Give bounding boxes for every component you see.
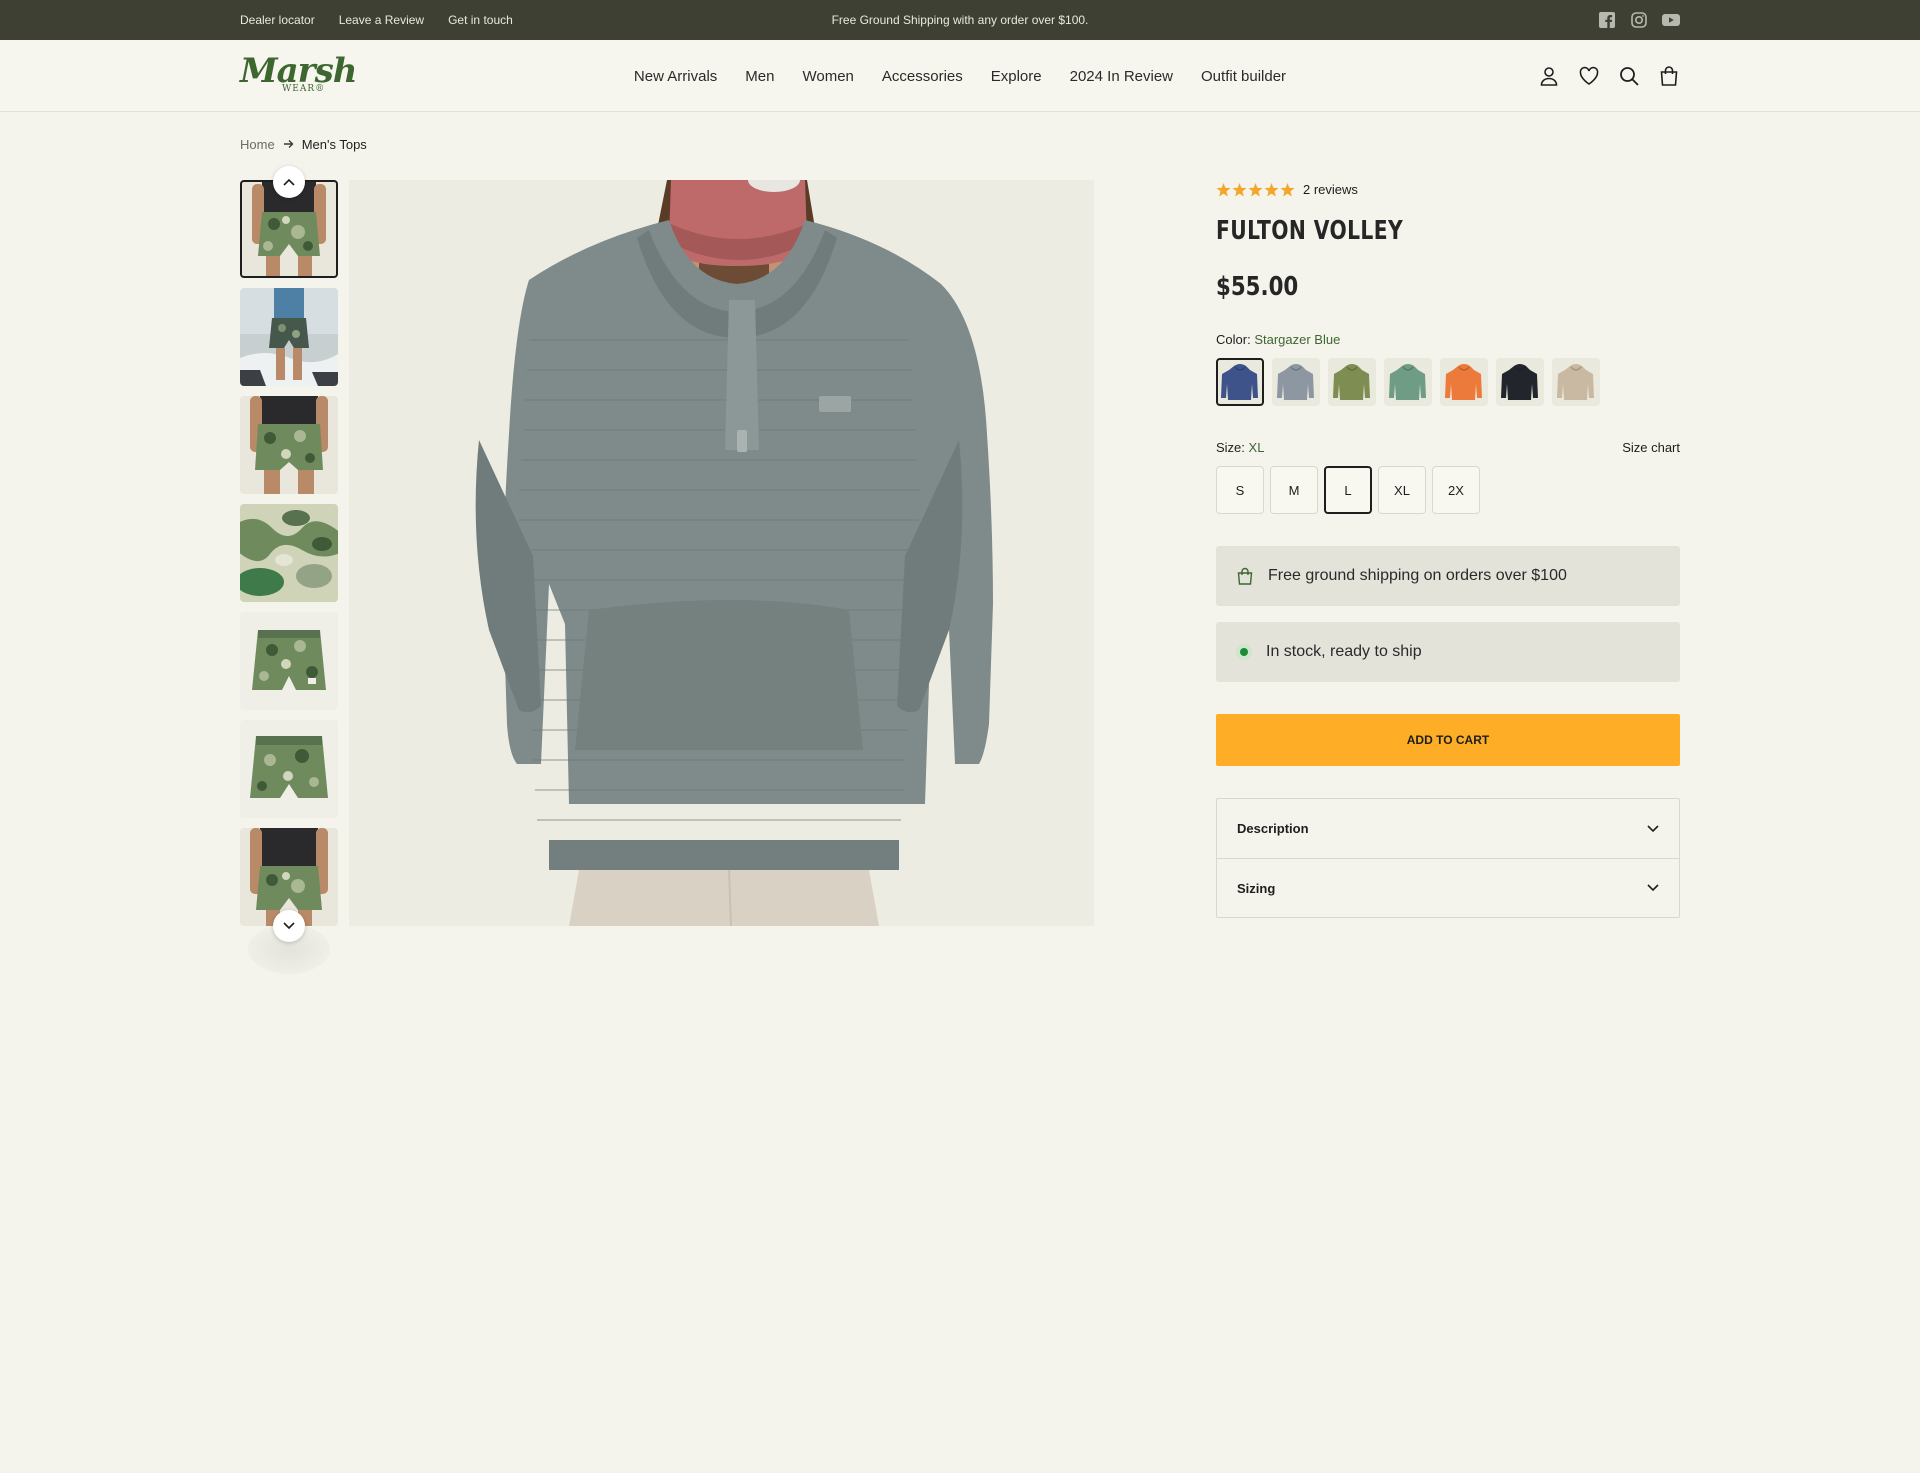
utility-links: Dealer locator Leave a Review Get in tou… xyxy=(240,0,513,40)
shipping-notice: Free ground shipping on orders over $100 xyxy=(1216,546,1680,606)
color-label: Color: Stargazer Blue xyxy=(1216,332,1340,347)
review-count[interactable]: 2 reviews xyxy=(1303,182,1358,197)
nav-outfit-builder[interactable]: Outfit builder xyxy=(1187,68,1300,85)
size-label-text: Size: xyxy=(1216,440,1245,455)
selected-size: XL xyxy=(1248,440,1265,455)
breadcrumb-home[interactable]: Home xyxy=(240,137,275,152)
nav-accessories[interactable]: Accessories xyxy=(868,68,977,85)
thumbs-up-button[interactable] xyxy=(273,166,305,198)
thumbnail-5[interactable] xyxy=(240,612,338,710)
youtube-icon[interactable] xyxy=(1662,11,1680,29)
size-option-2x[interactable]: 2X xyxy=(1432,466,1480,514)
thumbnail-4[interactable] xyxy=(240,504,338,602)
thumbnail-6[interactable] xyxy=(240,720,338,818)
color-swatch-7[interactable] xyxy=(1552,358,1600,406)
color-swatch-1[interactable] xyxy=(1216,358,1264,406)
nav-2024-in-review[interactable]: 2024 In Review xyxy=(1056,68,1187,85)
product-title: FULTON VOLLEY xyxy=(1216,216,1404,246)
rating-summary[interactable]: 2 reviews xyxy=(1216,182,1358,197)
chevron-down-icon xyxy=(283,922,295,930)
size-option-m[interactable]: M xyxy=(1270,466,1318,514)
site-header: Marsh WEAR® New Arrivals Men Women Acces… xyxy=(0,40,1920,112)
instagram-icon[interactable] xyxy=(1630,11,1648,29)
search-icon[interactable] xyxy=(1618,65,1640,87)
chevron-down-icon xyxy=(1647,884,1659,892)
nav-men[interactable]: Men xyxy=(731,68,788,85)
thumbnail-gallery xyxy=(240,166,338,942)
chevron-up-icon xyxy=(283,178,295,186)
star-icon xyxy=(1216,182,1231,196)
accordion-description[interactable]: Description xyxy=(1217,799,1679,858)
header-actions xyxy=(1538,40,1680,112)
main-product-image[interactable] xyxy=(349,180,1094,926)
hoodie-swatch-icon xyxy=(1221,364,1258,400)
size-label: Size: XL xyxy=(1216,440,1264,455)
account-icon[interactable] xyxy=(1538,65,1560,87)
accordion-sizing-label: Sizing xyxy=(1237,880,1276,896)
stock-notice: In stock, ready to ship xyxy=(1216,622,1680,682)
nav-women[interactable]: Women xyxy=(788,68,867,85)
color-swatches xyxy=(1216,358,1600,406)
star-rating xyxy=(1216,182,1295,197)
hoodie-swatch-icon xyxy=(1557,364,1594,400)
nav-explore[interactable]: Explore xyxy=(977,68,1056,85)
accordion-description-label: Description xyxy=(1237,821,1309,836)
size-chart-link[interactable]: Size chart xyxy=(1622,440,1680,455)
hoodie-swatch-icon xyxy=(1445,364,1482,400)
breadcrumb: Home Men's Tops xyxy=(240,137,367,152)
shopping-bag-icon xyxy=(1237,567,1253,585)
wishlist-icon[interactable] xyxy=(1578,65,1600,87)
hoodie-swatch-icon xyxy=(1333,364,1370,400)
leave-review-link[interactable]: Leave a Review xyxy=(339,13,424,27)
color-swatch-6[interactable] xyxy=(1496,358,1544,406)
thumbnail-2[interactable] xyxy=(240,288,338,386)
size-option-s[interactable]: S xyxy=(1216,466,1264,514)
color-swatch-3[interactable] xyxy=(1328,358,1376,406)
star-icon xyxy=(1248,182,1263,196)
color-swatch-5[interactable] xyxy=(1440,358,1488,406)
nav-new-arrivals[interactable]: New Arrivals xyxy=(620,68,731,85)
product-price: $55.00 xyxy=(1216,272,1299,302)
facebook-icon[interactable] xyxy=(1598,11,1616,29)
get-in-touch-link[interactable]: Get in touch xyxy=(448,13,513,27)
size-option-xl[interactable]: XL xyxy=(1378,466,1426,514)
thumbs-down-button[interactable] xyxy=(273,910,305,942)
brand-logo[interactable]: Marsh WEAR® xyxy=(240,51,357,100)
in-stock-indicator-icon xyxy=(1236,644,1252,660)
thumbnail-3[interactable] xyxy=(240,396,338,494)
social-links xyxy=(1598,0,1680,40)
selected-color: Stargazer Blue xyxy=(1254,332,1341,347)
logo-subtext: WEAR® xyxy=(282,84,326,94)
product-accordion: Description Sizing xyxy=(1216,798,1680,918)
announcement-bar: Dealer locator Leave a Review Get in tou… xyxy=(0,0,1920,40)
arrow-right-icon xyxy=(283,137,294,152)
hoodie-swatch-icon xyxy=(1389,364,1426,400)
accordion-sizing[interactable]: Sizing xyxy=(1217,858,1679,917)
color-swatch-4[interactable] xyxy=(1384,358,1432,406)
breadcrumb-current: Men's Tops xyxy=(301,137,367,152)
star-icon xyxy=(1280,182,1295,196)
size-option-l[interactable]: L xyxy=(1324,466,1372,514)
color-label-text: Color: xyxy=(1216,332,1251,347)
star-icon xyxy=(1232,182,1247,196)
shipping-notice-text: Free ground shipping on orders over $100 xyxy=(1268,567,1567,584)
dealer-locator-link[interactable]: Dealer locator xyxy=(240,13,315,27)
add-to-cart-button[interactable]: ADD TO CART xyxy=(1216,714,1680,766)
chevron-down-icon xyxy=(1647,824,1659,832)
hoodie-swatch-icon xyxy=(1277,364,1314,400)
logo-wordmark: Marsh xyxy=(240,51,357,91)
star-icon xyxy=(1264,182,1279,196)
color-swatch-2[interactable] xyxy=(1272,358,1320,406)
stock-notice-text: In stock, ready to ship xyxy=(1266,643,1422,660)
size-options: S M L XL 2X xyxy=(1216,466,1480,514)
cart-icon[interactable] xyxy=(1658,65,1680,87)
hoodie-swatch-icon xyxy=(1501,364,1538,400)
